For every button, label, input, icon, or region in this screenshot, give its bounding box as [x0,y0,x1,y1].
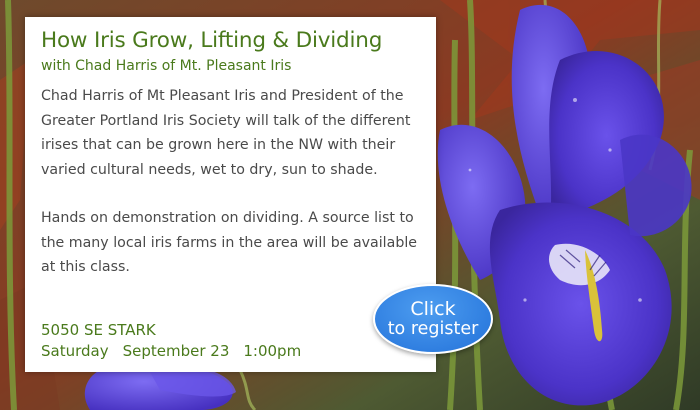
event-subtitle: with Chad Harris of Mt. Pleasant Iris [41,58,292,74]
register-button[interactable]: Click to register [373,284,493,354]
event-address: 5050 SE STARK [41,321,156,339]
register-button-line2: to register [387,319,479,339]
register-button-line1: Click [410,298,456,320]
event-title: How Iris Grow, Lifting & Dividing [41,28,383,53]
event-location-block: 5050 SE STARK Saturday September 23 1:00pm [41,320,315,362]
event-day: Saturday [41,342,109,360]
event-description-1: Chad Harris of Mt Pleasant Iris and Pres… [41,88,411,178]
event-description-2: Hands on demonstration on dividing. A so… [41,210,417,275]
event-date: September 23 [122,342,230,360]
event-date-line: Saturday September 23 1:00pm [41,341,315,362]
event-time: 1:00pm [243,342,302,360]
